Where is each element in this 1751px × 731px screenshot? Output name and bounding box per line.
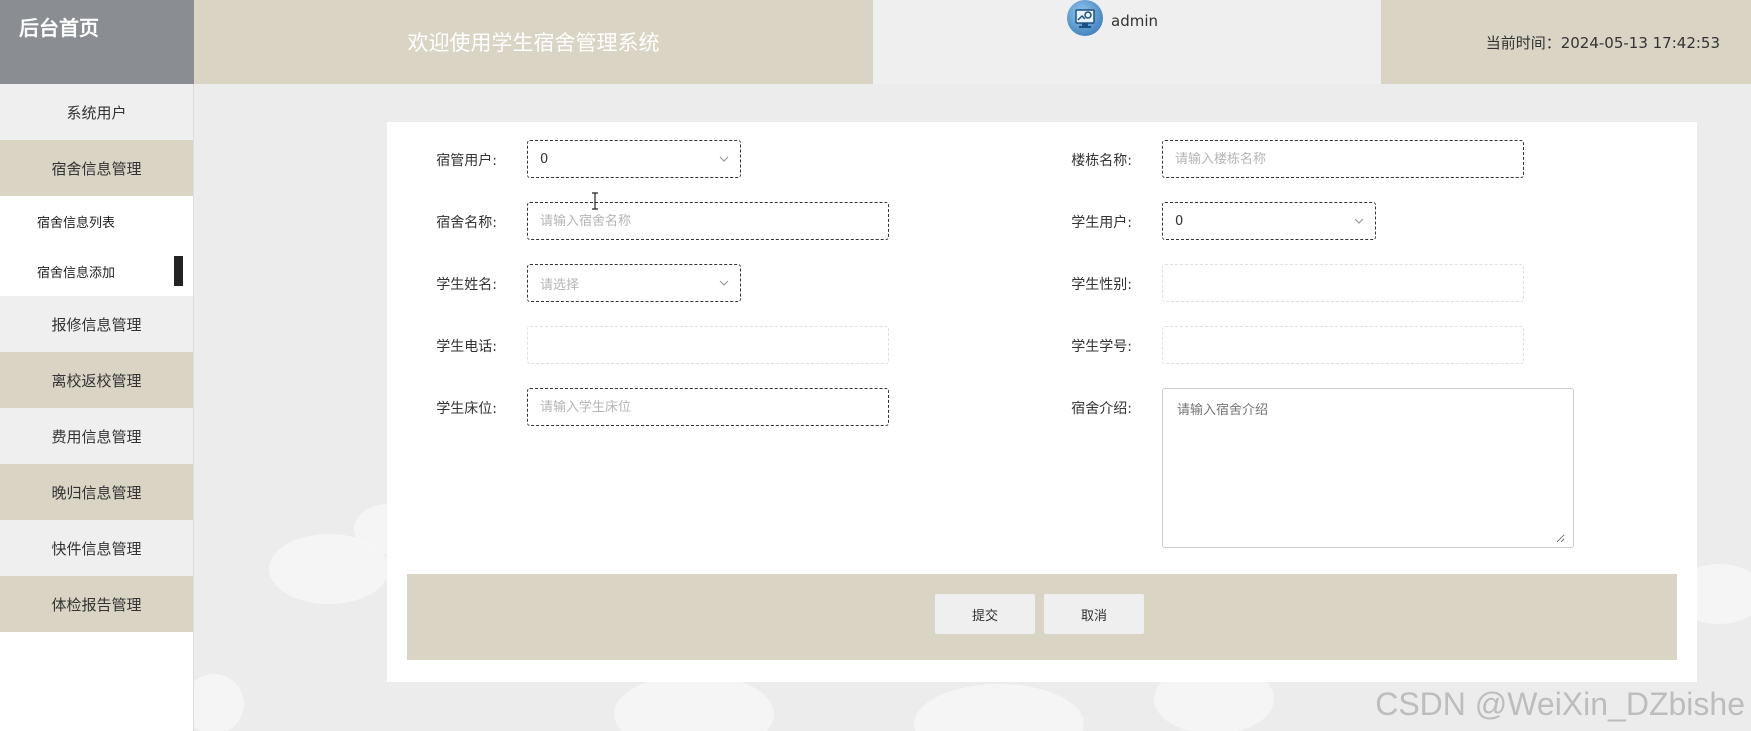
background-bubble [614, 674, 774, 731]
username[interactable]: admin [1111, 12, 1158, 30]
dorm-name-label: 宿舍名称: [436, 215, 497, 231]
student-bed-input[interactable] [540, 399, 888, 415]
dorm-manager-value: 0 [540, 151, 549, 167]
sidebar-subitem-label: 宿舍信息添加 [37, 265, 116, 281]
dorm-name-input[interactable] [540, 213, 888, 229]
welcome-title: 欢迎使用学生宿舍管理系统 [407, 31, 660, 55]
dorm-add-form: 宿管用户: 0 楼栋名称: 宿舍名称: 学生用户: 0 学生姓名: 请选择 学生… [387, 122, 1697, 682]
dorm-manager-select[interactable]: 0 [527, 140, 741, 178]
form-actions: 提交 取消 [407, 574, 1677, 660]
student-user-select[interactable]: 0 [1162, 202, 1376, 240]
sidebar-item-system-users[interactable]: 系统用户 [0, 84, 193, 140]
dorm-name-field[interactable] [527, 202, 889, 240]
student-name-label: 学生姓名: [436, 277, 497, 293]
sidebar-subitem-dorm-add[interactable]: 宿舍信息添加 [0, 246, 193, 296]
sidebar: 系统用户 宿舍信息管理 宿舍信息列表 宿舍信息添加 报修信息管理 离校返校管理 … [0, 84, 194, 731]
avatar-icon[interactable] [1067, 0, 1103, 36]
chevron-down-icon [719, 280, 729, 286]
text-cursor-icon [592, 192, 598, 210]
building-input[interactable] [1175, 151, 1523, 167]
student-user-label: 学生用户: [1071, 215, 1132, 231]
student-phone-field[interactable] [527, 326, 889, 364]
user-area: admin [873, 0, 1381, 84]
active-indicator [174, 256, 183, 286]
student-name-select[interactable]: 请选择 [527, 264, 741, 302]
building-label: 楼栋名称: [1071, 153, 1132, 169]
home-link[interactable]: 后台首页 [0, 0, 194, 84]
student-name-placeholder: 请选择 [540, 277, 580, 293]
chevron-down-icon [1354, 218, 1364, 224]
cancel-button[interactable]: 取消 [1044, 594, 1144, 634]
sidebar-subitem-dorm-list[interactable]: 宿舍信息列表 [0, 196, 193, 246]
student-bed-label: 学生床位: [436, 401, 497, 417]
current-time-panel: 当前时间：2024-05-13 17:42:53 [1381, 0, 1751, 84]
student-gender-label: 学生性别: [1071, 277, 1132, 293]
building-field[interactable] [1162, 140, 1524, 178]
student-bed-field[interactable] [527, 388, 889, 426]
sidebar-item-health-report[interactable]: 体检报告管理 [0, 576, 193, 632]
top-header: 后台首页 欢迎使用学生宿舍管理系统 admin 当前时间：2024-05-13 … [0, 0, 1751, 84]
dorm-manager-label: 宿管用户: [436, 153, 497, 169]
dorm-intro-label: 宿舍介绍: [1071, 401, 1132, 417]
background-bubble [194, 674, 244, 731]
chevron-down-icon [719, 156, 729, 162]
student-user-value: 0 [1175, 213, 1184, 229]
background-bubble [914, 684, 1084, 731]
sidebar-item-repair-info[interactable]: 报修信息管理 [0, 296, 193, 352]
watermark: CSDN @WeiXin_DZbishe [1375, 686, 1745, 722]
main-content: 宿管用户: 0 楼栋名称: 宿舍名称: 学生用户: 0 学生姓名: 请选择 学生… [194, 84, 1751, 731]
sidebar-item-fee-info[interactable]: 费用信息管理 [0, 408, 193, 464]
sidebar-item-express-info[interactable]: 快件信息管理 [0, 520, 193, 576]
sidebar-item-leave-return[interactable]: 离校返校管理 [0, 352, 193, 408]
sidebar-item-late-return[interactable]: 晚归信息管理 [0, 464, 193, 520]
student-phone-label: 学生电话: [436, 339, 497, 355]
current-time: 当前时间：2024-05-13 17:42:53 [1485, 33, 1720, 52]
welcome-banner: 欢迎使用学生宿舍管理系统 [194, 0, 873, 84]
sidebar-item-dorm-info[interactable]: 宿舍信息管理 [0, 140, 193, 196]
student-gender-field[interactable] [1162, 264, 1524, 302]
student-no-field[interactable] [1162, 326, 1524, 364]
dorm-intro-box[interactable] [1162, 388, 1574, 548]
dorm-intro-textarea[interactable] [1175, 397, 1565, 543]
student-no-label: 学生学号: [1071, 339, 1132, 355]
submit-button[interactable]: 提交 [935, 594, 1035, 634]
